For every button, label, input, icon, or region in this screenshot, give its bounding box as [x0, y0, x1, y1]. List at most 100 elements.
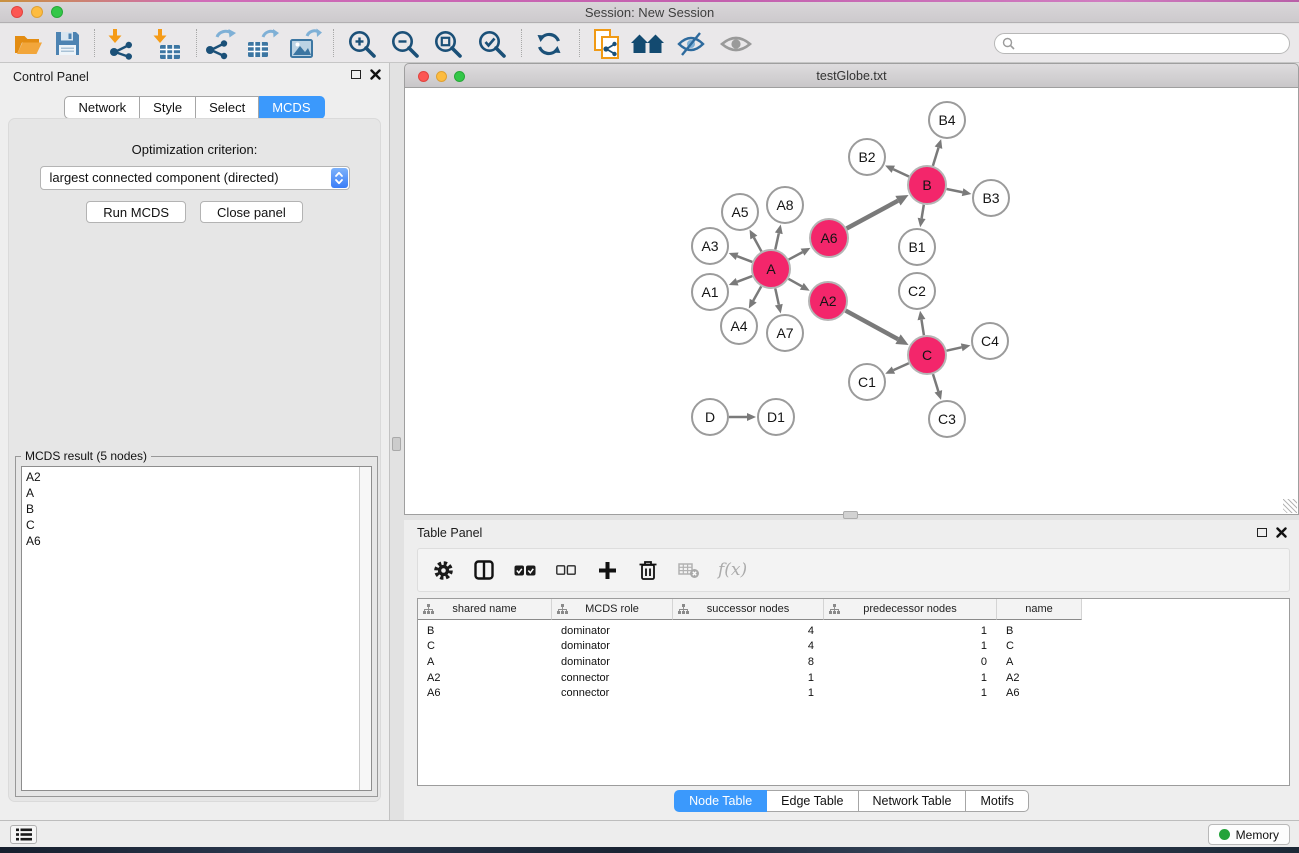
- close-icon[interactable]: [418, 71, 429, 82]
- mcds-result-item[interactable]: C: [22, 517, 371, 533]
- column-header-shared-name[interactable]: shared name: [418, 599, 552, 620]
- graph-edge-C-C1[interactable]: [893, 363, 908, 370]
- table-cell[interactable]: 1: [673, 685, 824, 701]
- control-tab-network[interactable]: Network: [64, 96, 140, 119]
- table-cell[interactable]: B: [997, 623, 1082, 639]
- table-cell[interactable]: 4: [673, 623, 824, 639]
- import-table-icon[interactable]: [148, 27, 184, 60]
- graph-edge-B-B3[interactable]: [947, 189, 963, 192]
- zoom-fit-icon[interactable]: [430, 27, 466, 60]
- export-network-icon[interactable]: [202, 27, 238, 60]
- refresh-icon[interactable]: [531, 27, 567, 60]
- resize-grip[interactable]: [1283, 499, 1297, 513]
- home-icon[interactable]: [630, 27, 666, 60]
- table-row[interactable]: A2connector11A2: [418, 670, 1289, 686]
- table-tab-motifs[interactable]: Motifs: [966, 790, 1028, 812]
- zoom-out-icon[interactable]: [387, 27, 423, 60]
- mcds-result-item[interactable]: A2: [22, 469, 371, 485]
- table-cell[interactable]: 0: [824, 654, 997, 670]
- graphics-details-icon[interactable]: [673, 27, 709, 60]
- control-tab-mcds[interactable]: MCDS: [259, 96, 324, 119]
- add-column-icon[interactable]: [595, 557, 619, 583]
- table-cell[interactable]: C: [418, 639, 552, 655]
- table-cell[interactable]: 8: [673, 654, 824, 670]
- graph-edge-A-A3[interactable]: [737, 256, 752, 262]
- graph-edge-A-A5[interactable]: [754, 237, 762, 251]
- export-table-icon[interactable]: [244, 27, 280, 60]
- table-tab-edge-table[interactable]: Edge Table: [767, 790, 858, 812]
- close-panel-icon[interactable]: [1276, 527, 1287, 538]
- minimize-icon[interactable]: [436, 71, 447, 82]
- close-panel-icon[interactable]: [370, 69, 381, 80]
- search-field[interactable]: [1019, 37, 1289, 51]
- close-icon[interactable]: [11, 6, 23, 18]
- table-cell[interactable]: A6: [418, 685, 552, 701]
- task-history-button[interactable]: [10, 825, 37, 844]
- graph-edge-B-B1[interactable]: [922, 205, 924, 219]
- deselect-all-columns-icon[interactable]: [554, 557, 578, 583]
- table-cell[interactable]: 1: [824, 685, 997, 701]
- mcds-result-item[interactable]: B: [22, 501, 371, 517]
- birds-eye-view-icon[interactable]: [718, 27, 754, 60]
- control-tab-select[interactable]: Select: [196, 96, 259, 119]
- table-cell[interactable]: 1: [824, 670, 997, 686]
- float-panel-icon[interactable]: [1257, 528, 1267, 537]
- table-cell[interactable]: A: [418, 654, 552, 670]
- column-header-name[interactable]: name: [997, 599, 1082, 620]
- graph-edge-C-C3[interactable]: [933, 374, 938, 391]
- column-header-successor-nodes[interactable]: successor nodes: [673, 599, 824, 620]
- table-row[interactable]: Cdominator41C: [418, 639, 1289, 655]
- column-header-mcds-role[interactable]: MCDS role: [552, 599, 673, 620]
- search-input[interactable]: [994, 33, 1290, 54]
- table-cell[interactable]: A6: [997, 685, 1082, 701]
- table-cell[interactable]: 1: [824, 623, 997, 639]
- graph-edge-A-A1[interactable]: [737, 276, 752, 282]
- table-cell[interactable]: 4: [673, 639, 824, 655]
- table-cell[interactable]: dominator: [552, 639, 673, 655]
- delete-column-icon[interactable]: [636, 557, 660, 583]
- graph-edge-A-A6[interactable]: [789, 252, 803, 259]
- float-panel-icon[interactable]: [351, 70, 361, 79]
- table-cell[interactable]: C: [997, 639, 1082, 655]
- table-cell[interactable]: dominator: [552, 623, 673, 639]
- mcds-result-list[interactable]: A2ABCA6: [21, 466, 372, 791]
- control-tab-style[interactable]: Style: [140, 96, 196, 119]
- table-row[interactable]: Adominator80A: [418, 654, 1289, 670]
- table-tab-network-table[interactable]: Network Table: [859, 790, 967, 812]
- save-session-icon[interactable]: [49, 27, 85, 60]
- table-cell[interactable]: dominator: [552, 654, 673, 670]
- optimization-criterion-select[interactable]: largest connected component (directed): [40, 166, 350, 190]
- select-all-columns-icon[interactable]: [513, 557, 537, 583]
- graph-edge-C-C4[interactable]: [947, 347, 962, 350]
- node-table[interactable]: shared nameMCDS rolesuccessor nodesprede…: [417, 598, 1290, 786]
- graph-edge-C-C2[interactable]: [921, 320, 923, 336]
- table-cell[interactable]: connector: [552, 685, 673, 701]
- vertical-splitter-handle[interactable]: [392, 437, 401, 451]
- table-cell[interactable]: A: [997, 654, 1082, 670]
- column-header-predecessor-nodes[interactable]: predecessor nodes: [824, 599, 997, 620]
- show-columns-icon[interactable]: [472, 557, 496, 583]
- mcds-result-item[interactable]: A6: [22, 533, 371, 549]
- graph-edge-B-B4[interactable]: [933, 148, 939, 166]
- graph-edge-B-B2[interactable]: [893, 169, 909, 176]
- graph-edge-A-A4[interactable]: [753, 286, 761, 300]
- table-cell[interactable]: A2: [418, 670, 552, 686]
- horizontal-splitter-handle[interactable]: [843, 511, 858, 519]
- zoom-icon[interactable]: [51, 6, 63, 18]
- memory-button[interactable]: Memory: [1208, 824, 1290, 845]
- open-folder-icon[interactable]: [10, 27, 46, 60]
- graph-edge-A-A7[interactable]: [775, 289, 779, 305]
- graph-edge-A-A8[interactable]: [775, 233, 779, 249]
- scrollbar-track[interactable]: [359, 467, 371, 790]
- zoom-icon[interactable]: [454, 71, 465, 82]
- table-tab-node-table[interactable]: Node Table: [674, 790, 767, 812]
- graph-edge-A6-B[interactable]: [847, 201, 898, 229]
- export-image-icon[interactable]: [287, 27, 323, 60]
- settings-gear-icon[interactable]: [431, 557, 455, 583]
- close-panel-button[interactable]: Close panel: [200, 201, 303, 223]
- graph-edge-A-A2[interactable]: [788, 279, 801, 287]
- table-cell[interactable]: B: [418, 623, 552, 639]
- mcds-result-item[interactable]: A: [22, 485, 371, 501]
- graph-edge-A2-C[interactable]: [846, 311, 898, 340]
- new-network-from-selection-icon[interactable]: [589, 27, 625, 60]
